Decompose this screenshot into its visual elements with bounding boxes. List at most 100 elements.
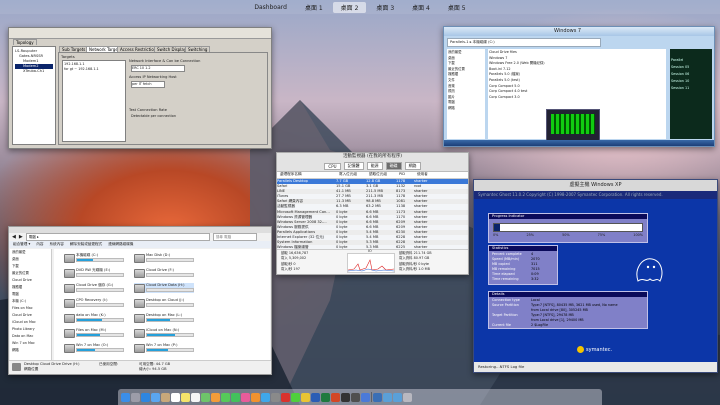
explorer-nav-item[interactable]: 最近的位置 xyxy=(12,270,51,277)
space-tab-2[interactable]: 桌面 2 xyxy=(332,1,367,13)
xp-icon[interactable] xyxy=(361,392,370,402)
forward-icon[interactable]: ▶ xyxy=(19,234,23,240)
space-tab-5[interactable]: 桌面 5 xyxy=(440,2,474,13)
preferences-icon[interactable] xyxy=(271,392,280,402)
properties-button[interactable]: 內容 xyxy=(36,242,43,247)
col-name[interactable]: 處理程序名稱 xyxy=(280,172,302,177)
word-icon[interactable] xyxy=(311,392,320,402)
col-read[interactable]: 讀取位元組 xyxy=(369,172,387,177)
tab-energy[interactable]: 能源 xyxy=(366,162,383,170)
windows7-title[interactable]: Windows 7 xyxy=(444,27,714,36)
section2-field[interactable]: per IT fetch xyxy=(131,81,165,88)
drive-item[interactable]: Files on Mac (M:) xyxy=(64,328,124,338)
drive-item[interactable]: data on Mac (K:) xyxy=(64,313,124,323)
tab-cpu[interactable]: CPU xyxy=(324,162,341,170)
parallels-icon[interactable] xyxy=(281,392,290,402)
topology-titlebar[interactable] xyxy=(9,28,271,39)
section1-select[interactable]: ERC 10 1.2 xyxy=(131,65,185,72)
folder-icon[interactable] xyxy=(383,392,392,402)
photos-icon[interactable] xyxy=(211,392,220,402)
maps-icon[interactable] xyxy=(201,392,210,402)
windows7-window[interactable]: Windows 7 Parallels-1 ▸ 本機磁碟 (C:) 我的最愛 桌… xyxy=(443,26,715,147)
explorer-nav-item[interactable]: Cloud Drive xyxy=(12,277,51,284)
safari-icon[interactable] xyxy=(141,392,150,402)
notes-icon[interactable] xyxy=(181,392,190,402)
finder-icon[interactable] xyxy=(121,392,130,402)
launchpad-icon[interactable] xyxy=(131,392,140,402)
reminders-icon[interactable] xyxy=(191,392,200,402)
downloads-icon[interactable] xyxy=(393,392,402,402)
explorer-nav-item[interactable]: Data on Mac xyxy=(12,333,51,340)
space-tab-4[interactable]: 桌面 4 xyxy=(404,2,438,13)
target-entry[interactable]: for gt ~ 192.168.1.1 xyxy=(64,67,124,72)
organize-button[interactable]: 組合管理 ▾ xyxy=(13,242,30,247)
col-pid[interactable]: PID xyxy=(399,172,405,176)
topology-window[interactable]: Topology LS-Rouputer Gates-NRSSR Modem1 … xyxy=(8,27,272,149)
tab-memory[interactable]: 記憶體 xyxy=(343,162,364,170)
contacts-icon[interactable] xyxy=(161,392,170,402)
win7-icon[interactable] xyxy=(373,392,382,402)
drive-item[interactable]: Cloud Drive (F:) xyxy=(134,268,194,278)
drive-item[interactable]: 本機磁碟 (C:) xyxy=(64,253,124,263)
drive-item[interactable]: Cloud Drive Data (H:) xyxy=(134,283,194,293)
section3-value[interactable]: Detectable per connection xyxy=(131,114,176,118)
drive-item[interactable]: CPO Recovery (I:) xyxy=(64,298,124,308)
drive-item[interactable]: Cloud Drive 儲存 (G:) xyxy=(64,283,124,293)
terminal-icon[interactable] xyxy=(341,392,350,402)
messages-icon[interactable] xyxy=(221,392,230,402)
drive-item[interactable]: Mac Disk (D:) xyxy=(134,253,194,263)
space-tab-1[interactable]: 桌面 1 xyxy=(297,2,331,13)
activity-monitor-window[interactable]: 活動監視器 (在我的所有程序) CPU 記憶體 能源 磁碟 網路 處理程序名稱 … xyxy=(276,152,469,275)
space-tab-3[interactable]: 桌面 3 xyxy=(368,2,402,13)
explorer-nav-item[interactable]: Files on Mac xyxy=(12,305,51,312)
drive-item[interactable]: Desktop on Mac (L:) xyxy=(134,313,194,323)
win7-address-bar[interactable]: Parallels-1 ▸ 本機磁碟 (C:) xyxy=(447,38,601,47)
drive-item[interactable]: Win 7 on Mac (O:) xyxy=(64,343,124,353)
ghost-window-title[interactable]: 虛擬主機 Windows XP xyxy=(474,180,717,191)
map-drive-button[interactable]: 連線網路磁碟機 xyxy=(108,242,133,247)
uninstall-button[interactable]: 解除安裝或變更程式 xyxy=(70,242,102,247)
explorer-nav-item[interactable]: Win 7 on Mac xyxy=(12,340,51,347)
drive-item[interactable]: Desktop on Cloud (J:) xyxy=(134,298,194,308)
system-properties-button[interactable]: 系統內容 xyxy=(50,242,64,247)
ibooks-icon[interactable] xyxy=(251,392,260,402)
tab-disk[interactable]: 磁碟 xyxy=(385,162,402,170)
tab-network[interactable]: 網路 xyxy=(404,162,421,170)
topology-left-tab[interactable]: Topology xyxy=(13,39,37,45)
space-tab-dashboard[interactable]: Dashboard xyxy=(246,3,295,12)
trash-icon[interactable] xyxy=(403,392,412,402)
facetime-icon[interactable] xyxy=(231,392,240,402)
explorer-search-input[interactable]: 搜尋 電腦 xyxy=(212,233,257,241)
drive-item[interactable]: Win 7 on Mac (P:) xyxy=(134,343,194,353)
mail-icon[interactable] xyxy=(151,392,160,402)
explorer-nav-item[interactable]: 媒體櫃 xyxy=(12,284,51,291)
drive-item[interactable]: DVD RW 光碟機 (E:) xyxy=(64,268,124,278)
chrome-icon[interactable] xyxy=(301,392,310,402)
back-icon[interactable]: ◀ xyxy=(12,234,16,240)
nav-item[interactable]: 網路 xyxy=(448,106,484,112)
explorer-nav-item[interactable]: 電腦 xyxy=(12,291,51,298)
powerpoint-icon[interactable] xyxy=(331,392,340,402)
explorer-nav-item[interactable]: iCloud on Mac xyxy=(12,319,51,326)
itunes-icon[interactable] xyxy=(241,392,250,402)
appstore-icon[interactable] xyxy=(261,392,270,402)
explorer-nav-item[interactable]: 本機 (C:) xyxy=(12,298,51,305)
col-written[interactable]: 寫入位元組 xyxy=(339,172,357,177)
activity-icon[interactable] xyxy=(351,392,360,402)
line-icon[interactable] xyxy=(291,392,300,402)
col-user[interactable]: 使用者 xyxy=(417,172,428,177)
excel-icon[interactable] xyxy=(321,392,330,402)
file-row[interactable]: Corp Compact 3.0 xyxy=(489,95,665,101)
win7-preview-thumbnail[interactable] xyxy=(546,109,600,141)
explorer-nav-item[interactable]: 我的最愛 xyxy=(12,249,51,256)
explorer-nav-item[interactable]: Photo Library xyxy=(12,326,51,333)
activity-monitor-title[interactable]: 活動監視器 (在我的所有程序) xyxy=(277,153,468,161)
explorer-address-bar[interactable]: 電腦 ▸ xyxy=(25,233,210,241)
tree-item[interactable]: XTeuba-Ch1 xyxy=(15,69,53,74)
calendar-icon[interactable] xyxy=(171,392,180,402)
explorer-nav-item[interactable]: 桌面 xyxy=(12,256,51,263)
explorer-window[interactable]: ◀ ▶ 電腦 ▸ 搜尋 電腦 組合管理 ▾ 內容 系統內容 解除安裝或變更程式 … xyxy=(8,226,272,375)
win7-taskbar[interactable] xyxy=(444,140,714,146)
ghost-window[interactable]: 虛擬主機 Windows XP Symantec Ghost 11.0.2 Co… xyxy=(473,179,718,373)
explorer-nav-item[interactable]: 下載 xyxy=(12,263,51,270)
